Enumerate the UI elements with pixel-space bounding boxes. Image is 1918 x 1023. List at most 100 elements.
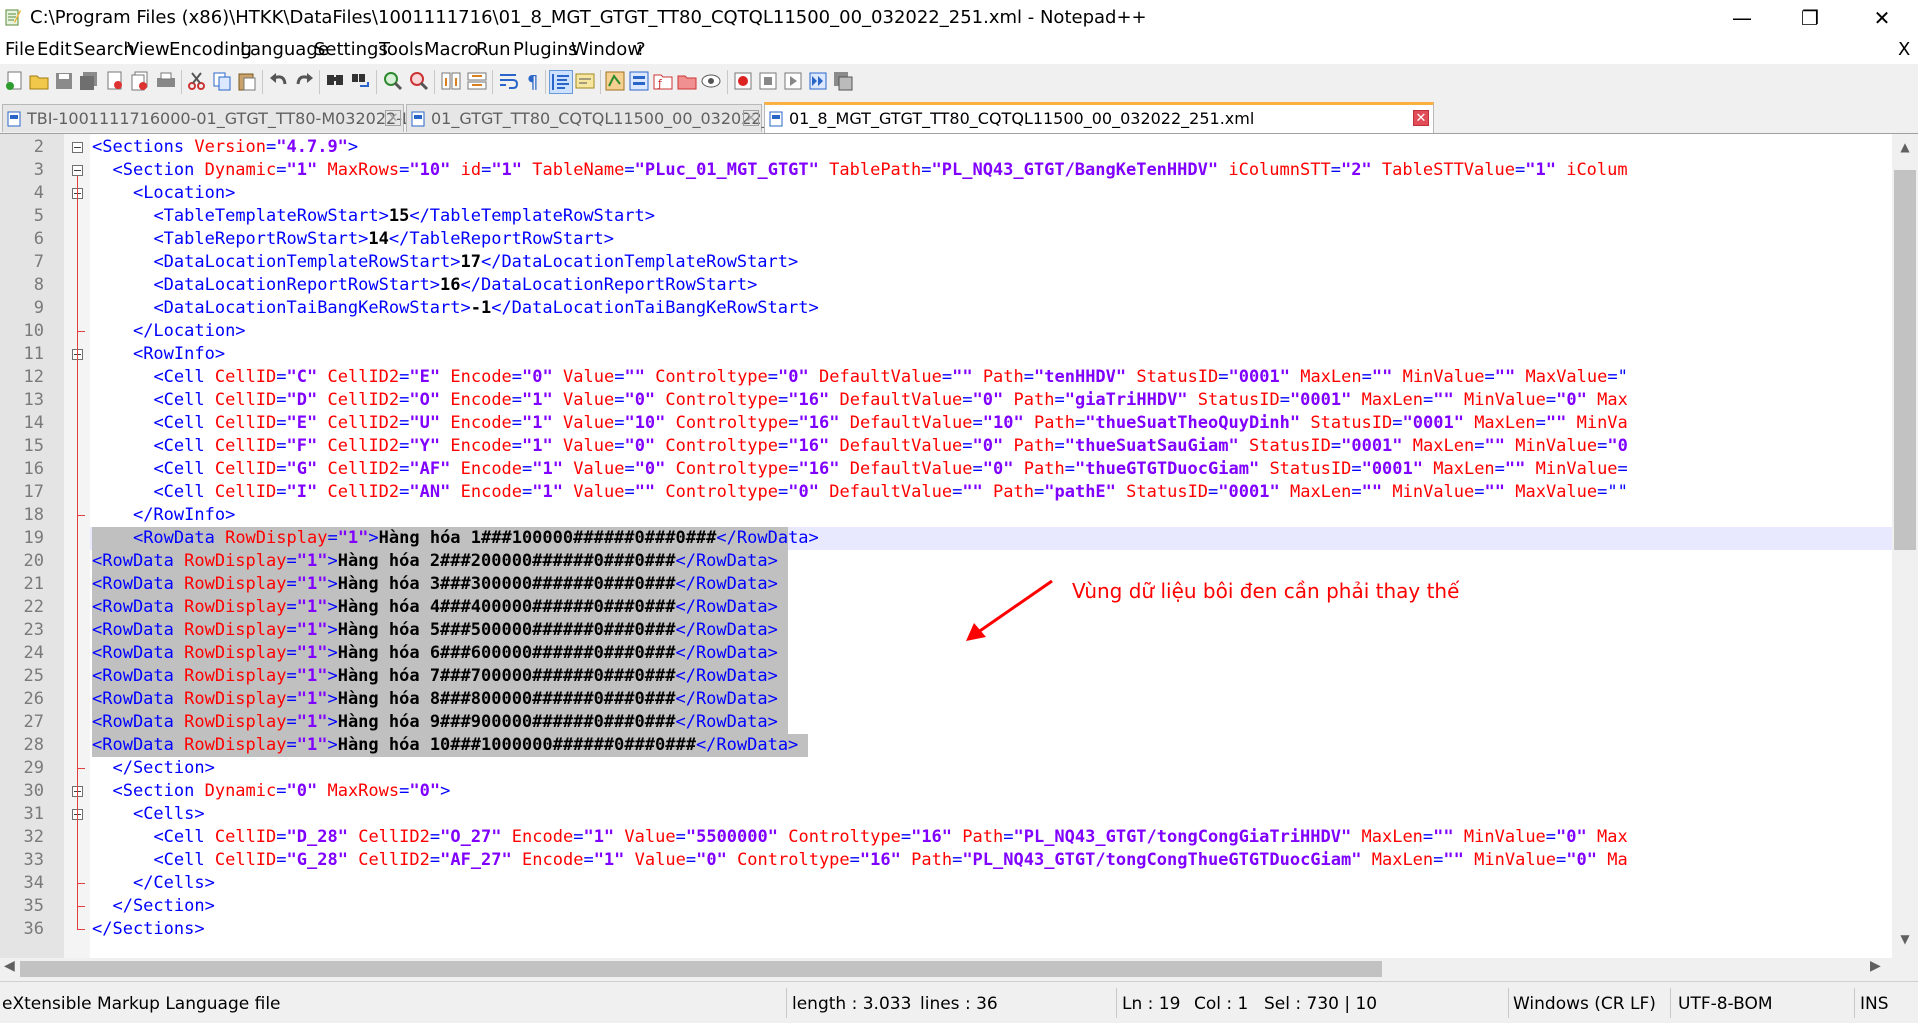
code-line[interactable]: </Location> xyxy=(133,320,246,343)
code-line[interactable]: </Section> xyxy=(112,757,214,780)
rowdata-line[interactable]: <RowData RowDisplay="1">Hàng hóa 1###100… xyxy=(133,527,819,550)
find-icon[interactable] xyxy=(324,70,346,92)
cut-icon[interactable] xyxy=(186,70,208,92)
run-macro-multiple-icon[interactable] xyxy=(807,70,829,92)
menu-run[interactable]: Run xyxy=(476,39,511,60)
menu-view[interactable]: View xyxy=(127,39,170,60)
rowdata-line[interactable]: <RowData RowDisplay="1">Hàng hóa 5###500… xyxy=(92,619,778,642)
menu-window[interactable]: Window xyxy=(571,39,642,60)
menu-tools[interactable]: Tools xyxy=(379,39,423,60)
code-line[interactable]: <Location> xyxy=(133,182,235,205)
code-line[interactable]: <Cell CellID="G" CellID2="AF" Encode="1"… xyxy=(153,458,1627,481)
menu-search[interactable]: Search xyxy=(73,39,135,60)
tab-active-file[interactable]: 01_8_MGT_GTGT_TT80_CQTQL11500_00_032022_… xyxy=(764,102,1434,133)
save-macro-icon[interactable] xyxy=(832,70,854,92)
redo-icon[interactable] xyxy=(293,70,315,92)
rowdata-line[interactable]: <RowData RowDisplay="1">Hàng hóa 2###200… xyxy=(92,550,778,573)
zoom-out-icon[interactable] xyxy=(408,70,430,92)
undo-icon[interactable] xyxy=(268,70,290,92)
line-number: 31 xyxy=(23,804,44,824)
fold-toggle-icon[interactable] xyxy=(72,142,83,153)
panel-icon[interactable] xyxy=(676,70,698,92)
rowdata-line[interactable]: <RowData RowDisplay="1">Hàng hóa 4###400… xyxy=(92,596,778,619)
record-macro-icon[interactable] xyxy=(732,70,754,92)
close-document-button[interactable]: X xyxy=(1898,39,1910,60)
code-line[interactable]: <Sections Version="4.7.9"> xyxy=(92,136,358,159)
code-line[interactable]: <TableTemplateRowStart>15</TableTemplate… xyxy=(153,205,655,228)
open-file-icon[interactable] xyxy=(28,70,50,92)
paste-icon[interactable] xyxy=(236,70,258,92)
code-line[interactable]: <Cell CellID="D" CellID2="O" Encode="1" … xyxy=(153,389,1627,412)
show-all-chars-icon[interactable]: ¶ xyxy=(522,70,544,92)
lang-icon[interactable] xyxy=(574,70,596,92)
code-line[interactable]: </Cells> xyxy=(133,872,215,895)
tab-close-icon[interactable]: ✕ xyxy=(743,110,759,126)
scroll-down-icon[interactable]: ▼ xyxy=(1892,932,1918,950)
sync-vertical-icon[interactable] xyxy=(440,70,462,92)
code-line[interactable]: <Cell CellID="G_28" CellID2="AF_27" Enco… xyxy=(153,849,1627,872)
copy-icon[interactable] xyxy=(211,70,233,92)
code-line[interactable]: <Cell CellID="F" CellID2="Y" Encode="1" … xyxy=(153,435,1627,458)
restore-button[interactable]: ❐ xyxy=(1782,0,1838,36)
doc-map-icon[interactable] xyxy=(604,70,626,92)
folder-workspace-icon[interactable]: ƒ xyxy=(652,70,674,92)
code-line[interactable]: <DataLocationTemplateRowStart>17</DataLo… xyxy=(153,251,798,274)
function-list-icon[interactable] xyxy=(628,70,650,92)
sync-horizontal-icon[interactable] xyxy=(466,70,488,92)
code-line[interactable]: </RowInfo> xyxy=(133,504,235,527)
code-line[interactable]: </Sections> xyxy=(92,918,205,941)
menu-plugins[interactable]: Plugins xyxy=(513,39,577,60)
code-line[interactable]: <DataLocationReportRowStart>16</DataLoca… xyxy=(153,274,757,297)
scroll-up-icon[interactable]: ▲ xyxy=(1892,140,1918,158)
code-line[interactable]: <DataLocationTaiBangKeRowStart>-1</DataL… xyxy=(153,297,818,320)
play-macro-icon[interactable] xyxy=(782,70,804,92)
menu-file[interactable]: File xyxy=(5,39,35,60)
rowdata-line[interactable]: <RowData RowDisplay="1">Hàng hóa 8###800… xyxy=(92,688,778,711)
code-line[interactable]: <Section Dynamic="0" MaxRows="0"> xyxy=(112,780,450,803)
menu-edit[interactable]: Edit xyxy=(37,39,72,60)
menu-macro[interactable]: Macro xyxy=(424,39,478,60)
code-line[interactable]: <Cell CellID="C" CellID2="E" Encode="0" … xyxy=(153,366,1627,389)
rowdata-line[interactable]: <RowData RowDisplay="1">Hàng hóa 7###700… xyxy=(92,665,778,688)
rowdata-line[interactable]: <RowData RowDisplay="1">Hàng hóa 6###600… xyxy=(92,642,778,665)
minimize-button[interactable]: — xyxy=(1714,0,1770,36)
word-wrap-icon[interactable] xyxy=(498,70,520,92)
menu-help[interactable]: ? xyxy=(636,39,646,60)
replace-icon[interactable] xyxy=(350,70,372,92)
monitor-icon[interactable] xyxy=(700,70,722,92)
close-window-button[interactable]: ✕ xyxy=(1854,0,1910,36)
rowdata-line[interactable]: <RowData RowDisplay="1">Hàng hóa 9###900… xyxy=(92,711,778,734)
indent-guide-icon[interactable] xyxy=(549,70,573,94)
rowdata-line[interactable]: <RowData RowDisplay="1">Hàng hóa 3###300… xyxy=(92,573,778,596)
fold-toggle-icon[interactable] xyxy=(72,165,83,176)
save-icon[interactable] xyxy=(53,70,75,92)
code-line[interactable]: <TableReportRowStart>14</TableReportRowS… xyxy=(153,228,614,251)
vertical-scroll-thumb[interactable] xyxy=(1894,170,1916,550)
editor[interactable]: <Sections Version="4.7.9"> <Section Dynam… xyxy=(0,134,1892,958)
close-all-icon[interactable] xyxy=(129,70,151,92)
tab-close-icon[interactable]: ✕ xyxy=(1413,110,1429,126)
tab-close-icon[interactable]: ✕ xyxy=(385,110,401,126)
stop-record-icon[interactable] xyxy=(757,70,779,92)
code-line[interactable]: <Cell CellID="D_28" CellID2="O_27" Encod… xyxy=(153,826,1627,849)
tab-gtgt-file[interactable]: 01_GTGT_TT80_CQTQL11500_00_032022_251.xm… xyxy=(406,104,835,132)
close-icon[interactable] xyxy=(104,70,126,92)
rowdata-line[interactable]: <RowData RowDisplay="1">Hàng hóa 10###10… xyxy=(92,734,798,757)
tab-example-file[interactable]: TBI-1001111716000-01_GTGT_TT80-M032022-L… xyxy=(2,104,510,132)
save-all-icon[interactable] xyxy=(78,70,100,92)
scroll-left-icon[interactable]: ◀ xyxy=(4,958,15,974)
code-line[interactable]: <RowInfo> xyxy=(133,343,225,366)
zoom-in-icon[interactable] xyxy=(382,70,404,92)
print-icon[interactable] xyxy=(155,70,177,92)
menu-settings[interactable]: Settings xyxy=(314,39,388,60)
new-file-icon[interactable] xyxy=(4,70,26,92)
code-line[interactable]: </Section> xyxy=(112,895,214,918)
code-line[interactable]: <Section Dynamic="1" MaxRows="10" id="1"… xyxy=(112,159,1627,182)
horizontal-scroll-thumb[interactable] xyxy=(20,961,1382,977)
code-token: = xyxy=(1474,436,1485,456)
code-line[interactable]: <Cells> xyxy=(133,803,205,826)
code-line[interactable]: <Cell CellID="E" CellID2="U" Encode="1" … xyxy=(153,412,1627,435)
scroll-right-icon[interactable]: ▶ xyxy=(1870,958,1881,974)
code-line[interactable]: <Cell CellID="I" CellID2="AN" Encode="1"… xyxy=(153,481,1627,504)
